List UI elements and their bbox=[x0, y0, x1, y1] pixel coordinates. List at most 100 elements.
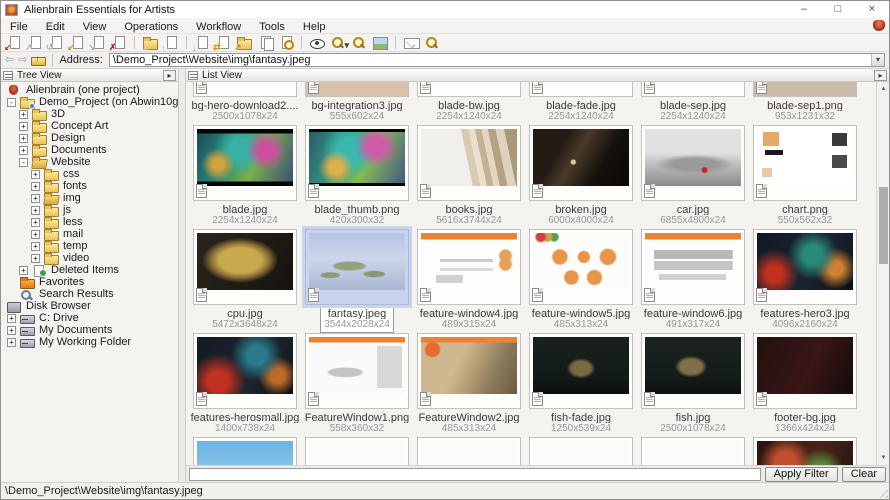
menu-tools[interactable]: Tools bbox=[250, 20, 294, 34]
filter-input[interactable] bbox=[189, 468, 761, 481]
file-item-partial[interactable] bbox=[413, 437, 525, 465]
expand-box-icon[interactable]: + bbox=[7, 326, 16, 335]
file-item-feature-window6-jpg[interactable]: feature-window6.jpg491x317x24 bbox=[637, 229, 749, 333]
copy-files-icon[interactable] bbox=[256, 35, 274, 50]
file-item-feature-window4-jpg[interactable]: feature-window4.jpg489x315x24 bbox=[413, 229, 525, 333]
menu-help[interactable]: Help bbox=[294, 20, 335, 34]
address-dropdown-icon[interactable]: ▾ bbox=[871, 54, 884, 66]
tree-item-img[interactable]: +img bbox=[1, 192, 178, 204]
expand-box-icon[interactable]: + bbox=[7, 338, 16, 347]
menu-edit[interactable]: Edit bbox=[37, 20, 74, 34]
expand-box-icon[interactable]: + bbox=[31, 206, 40, 215]
file-item-cpu-jpg[interactable]: cpu.jpg5472x3648x24 bbox=[189, 229, 301, 333]
file-item-fantasy-jpeg[interactable]: fantasy.jpeg3544x2028x24 bbox=[301, 229, 413, 333]
file-item-features-hero3-jpg[interactable]: features-hero3.jpg4096x2160x24 bbox=[749, 229, 861, 333]
expand-box-icon[interactable]: + bbox=[31, 218, 40, 227]
file-item-partial[interactable] bbox=[749, 437, 861, 465]
file-item-blade-jpg[interactable]: blade.jpg2254x1240x24 bbox=[189, 125, 301, 229]
file-item-blade-bw-jpg[interactable]: blade-bw.jpg2254x1240x24 bbox=[413, 82, 525, 125]
tree-item-alienbrain-one-project[interactable]: Alienbrain (one project) bbox=[1, 84, 178, 96]
menu-file[interactable]: File bbox=[1, 20, 37, 34]
file-item-featurewindow1-png[interactable]: FeatureWindow1.png558x360x32 bbox=[301, 333, 413, 437]
expand-box-icon[interactable]: + bbox=[31, 242, 40, 251]
minimize-button[interactable]: – bbox=[787, 1, 821, 18]
view-thumbnails-icon[interactable] bbox=[350, 35, 368, 50]
tree-item-documents[interactable]: +Documents bbox=[1, 144, 178, 156]
file-item-footer-bg-jpg[interactable]: footer-bg.jpg1366x424x24 bbox=[749, 333, 861, 437]
expand-box-icon[interactable]: + bbox=[19, 122, 28, 131]
file-item-car-jpg[interactable]: car.jpg6855x4800x24 bbox=[637, 125, 749, 229]
vertical-scrollbar[interactable]: ▴ ▾ bbox=[876, 82, 889, 465]
show-preview-icon[interactable] bbox=[308, 35, 326, 50]
file-item-partial[interactable] bbox=[301, 437, 413, 465]
synchronize-icon[interactable]: ⇄ bbox=[214, 35, 232, 50]
resize-grip[interactable] bbox=[876, 486, 888, 498]
forward-icon[interactable]: ⇨ bbox=[18, 53, 27, 67]
open-project-folder-icon[interactable]: ↗ bbox=[235, 35, 253, 50]
file-item-fish-jpg[interactable]: fish.jpg2500x1078x24 bbox=[637, 333, 749, 437]
check-in-icon[interactable]: ↙ bbox=[5, 35, 23, 50]
tree-item-3d[interactable]: +3D bbox=[1, 108, 178, 120]
tree-item-fonts[interactable]: +fonts bbox=[1, 180, 178, 192]
tree-item-js[interactable]: +js bbox=[1, 204, 178, 216]
tree-item-c-drive[interactable]: +C: Drive bbox=[1, 312, 178, 324]
tree-item-deleted-items[interactable]: +Deleted Items bbox=[1, 264, 178, 276]
undo-check-out-icon[interactable]: ↺ bbox=[47, 35, 65, 50]
tree-item-demo-project-on-abwin10gfx[interactable]: -Demo_Project (on Abwin10gfx) bbox=[1, 96, 178, 108]
tree-item-less[interactable]: +less bbox=[1, 216, 178, 228]
image-viewer-icon[interactable] bbox=[371, 35, 389, 50]
tree-item-video[interactable]: +video bbox=[1, 252, 178, 264]
export-files-icon[interactable]: ↘ bbox=[89, 35, 107, 50]
expand-box-icon[interactable]: + bbox=[31, 194, 40, 203]
tree-item-css[interactable]: +css bbox=[1, 168, 178, 180]
expand-box-icon[interactable]: + bbox=[19, 266, 28, 275]
tree-item-my-working-folder[interactable]: +My Working Folder bbox=[1, 336, 178, 348]
scroll-down-icon[interactable]: ▾ bbox=[878, 452, 889, 464]
check-out-icon[interactable]: ↗ bbox=[26, 35, 44, 50]
tree-item-favorites[interactable]: Favorites bbox=[1, 276, 178, 288]
file-item-blade-fade-jpg[interactable]: blade-fade.jpg2254x1240x24 bbox=[525, 82, 637, 125]
menu-operations[interactable]: Operations bbox=[115, 20, 187, 34]
expand-box-icon[interactable]: + bbox=[31, 170, 40, 179]
tree-item-my-documents[interactable]: +My Documents bbox=[1, 324, 178, 336]
file-item-partial[interactable] bbox=[525, 437, 637, 465]
tree-panel-menu-button[interactable]: ▸ bbox=[163, 70, 176, 81]
find-files-icon[interactable] bbox=[277, 35, 295, 50]
collapse-box-icon[interactable]: - bbox=[19, 158, 28, 167]
tree-item-temp[interactable]: +temp bbox=[1, 240, 178, 252]
address-input[interactable]: \Demo_Project\Website\img\fantasy.jpeg ▾ bbox=[109, 53, 885, 67]
file-item-features-herosmall-jpg[interactable]: features-herosmall.jpg1400x738x24 bbox=[189, 333, 301, 437]
tree-item-search-results[interactable]: Search Results bbox=[1, 288, 178, 300]
expand-box-icon[interactable]: + bbox=[7, 314, 16, 323]
up-folder-icon[interactable] bbox=[31, 55, 46, 66]
file-item-blade-sep1-png[interactable]: blade-sep1.png953x1231x32 bbox=[749, 82, 861, 125]
tree-item-disk-browser[interactable]: Disk Browser bbox=[1, 300, 178, 312]
apply-filter-button[interactable]: Apply Filter bbox=[765, 467, 838, 482]
file-item-broken-jpg[interactable]: broken.jpg6000x4000x24 bbox=[525, 125, 637, 229]
get-latest-icon[interactable]: ↓ bbox=[193, 35, 211, 50]
menu-workflow[interactable]: Workflow bbox=[187, 20, 250, 34]
delete-file-icon[interactable]: ✗ bbox=[110, 35, 128, 50]
close-button[interactable]: × bbox=[855, 1, 889, 18]
file-item-bg-hero-download2[interactable]: bg-hero-download2....2500x1078x24 bbox=[189, 82, 301, 125]
import-files-icon[interactable]: ↙ bbox=[68, 35, 86, 50]
file-item-partial[interactable] bbox=[637, 437, 749, 465]
file-item-bg-integration3-jpg[interactable]: bg-integration3.jpg555x602x24 bbox=[301, 82, 413, 125]
panel-splitter[interactable] bbox=[179, 69, 186, 482]
file-item-fish-fade-jpg[interactable]: fish-fade.jpg1250x539x24 bbox=[525, 333, 637, 437]
clear-button[interactable]: Clear bbox=[842, 467, 886, 482]
expand-box-icon[interactable]: + bbox=[31, 254, 40, 263]
expand-box-icon[interactable]: + bbox=[31, 230, 40, 239]
checkout-folder-icon[interactable]: → bbox=[141, 35, 159, 50]
expand-box-icon[interactable]: + bbox=[19, 134, 28, 143]
file-item-partial[interactable] bbox=[189, 437, 301, 465]
tree-item-concept-art[interactable]: +Concept Art bbox=[1, 120, 178, 132]
expand-box-icon[interactable]: + bbox=[19, 110, 28, 119]
expand-box-icon[interactable]: + bbox=[19, 146, 28, 155]
zoom-tool-icon[interactable]: ▾ bbox=[329, 35, 347, 50]
file-item-feature-window5-jpg[interactable]: feature-window5.jpg485x313x24 bbox=[525, 229, 637, 333]
file-item-blade-sep-jpg[interactable]: blade-sep.jpg2254x1240x24 bbox=[637, 82, 749, 125]
file-item-books-jpg[interactable]: books.jpg5616x3744x24 bbox=[413, 125, 525, 229]
send-mail-icon[interactable] bbox=[402, 35, 420, 50]
file-item-chart-png[interactable]: chart.png550x562x32 bbox=[749, 125, 861, 229]
